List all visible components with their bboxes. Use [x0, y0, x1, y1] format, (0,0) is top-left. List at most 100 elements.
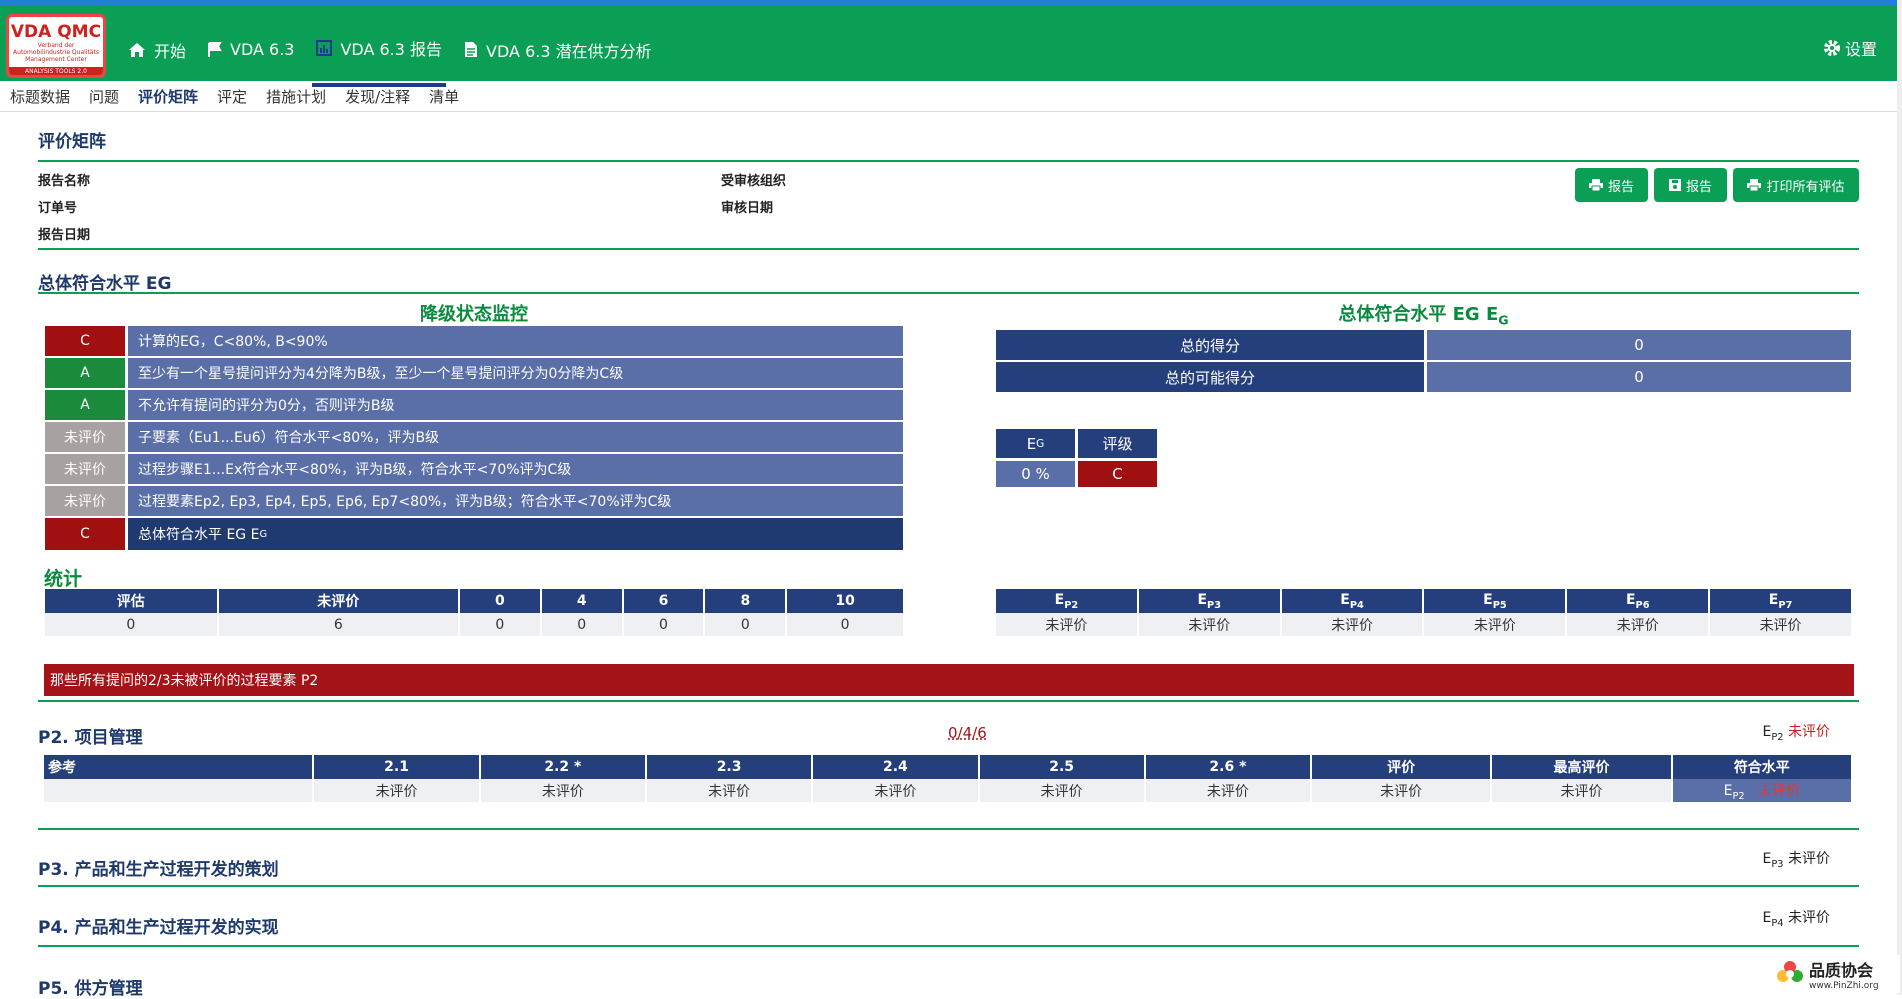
monitor-text: 子要素（Eu1...Eu6）符合水平<80%，评为B级 — [128, 422, 903, 452]
p2-header: 2.1 — [314, 755, 479, 779]
print-all-button[interactable]: 打印所有评估 — [1733, 168, 1859, 202]
stats-header: 6 — [623, 589, 704, 613]
p5-section-header[interactable]: P5. 供方管理 — [38, 974, 1859, 999]
p2-ep-status: EP2 未评价 — [1763, 721, 1830, 743]
monitor-text: 不允许有提问的评分为0分，否则评为B级 — [128, 390, 903, 420]
monitor-text-sub: G — [259, 528, 268, 540]
ep-header: EP5 — [1424, 589, 1566, 613]
ep-header: EP6 — [1567, 589, 1709, 613]
ep-header-sub: P5 — [1492, 599, 1507, 611]
watermark-title: 品质协会 — [1809, 961, 1874, 980]
print-report-button[interactable]: 报告 — [1575, 168, 1648, 202]
watermark: 品质协会 www.PinZhi.org — [1775, 955, 1900, 993]
save-report-button[interactable]: 报告 — [1654, 168, 1727, 202]
nav-potential-analysis[interactable]: VDA 6.3 潜在供方分析 — [460, 12, 656, 87]
p2-header: 最高评价 — [1492, 755, 1671, 779]
p2-cell[interactable]: 未评价 — [979, 779, 1144, 802]
nav-vda63-report[interactable]: VDA 6.3 报告 — [312, 12, 447, 87]
ep-header-main: E — [1483, 591, 1493, 608]
top-navbar: VDA QMC Verband der Automobilindustrie Q… — [0, 0, 1902, 87]
ep-header-sub: P2 — [1064, 599, 1079, 611]
settings-button[interactable]: 设置 — [1823, 36, 1877, 60]
monitor-row: A 至少有一个星号提问评分为4分降为B级，至少一个星号提问评分为0分降为C级 — [45, 358, 903, 388]
nav-vda63-report-label: VDA 6.3 报告 — [340, 39, 443, 59]
divider — [38, 248, 1859, 250]
tab-header-data[interactable]: 标题数据 — [10, 86, 70, 107]
p2-cell[interactable]: 未评价 — [813, 779, 978, 802]
eg-value: 0 % — [996, 461, 1075, 487]
tab-evaluation-matrix[interactable]: 评价矩阵 — [138, 86, 198, 107]
flower-icon — [1777, 961, 1803, 982]
divider — [38, 700, 1859, 702]
p2-header: 符合水平 — [1672, 755, 1851, 779]
ep-status: 未评价 — [1788, 851, 1830, 867]
p2-header: 评价 — [1312, 755, 1491, 779]
p4-ep-status: EP4 未评价 — [1763, 907, 1830, 929]
home-icon — [129, 42, 145, 57]
ep-sub: P2 — [1771, 731, 1784, 743]
overall-title: 总体符合水平 EG EG — [996, 300, 1851, 328]
ep-header-sub: P7 — [1778, 599, 1793, 611]
monitor-text-main: 总体符合水平 EG E — [138, 527, 260, 543]
gear-icon — [1823, 40, 1840, 56]
level-sub: P2 — [1732, 790, 1745, 802]
ep-cell: 未评价 — [1138, 613, 1280, 636]
ep-header-sub: P4 — [1349, 599, 1364, 611]
eg-header-main: E — [1026, 434, 1037, 453]
print-all-label: 打印所有评估 — [1766, 179, 1845, 195]
p2-counter[interactable]: 0/4/6 — [948, 724, 987, 742]
eg-section-title: 总体符合水平 EG — [38, 274, 172, 294]
print-icon — [1588, 179, 1603, 191]
p5-title: P5. 供方管理 — [38, 979, 143, 999]
overall-title-sub: G — [1498, 312, 1509, 328]
watermark-url: www.PinZhi.org — [1809, 981, 1879, 991]
main-nav: 开始 VDA 6.3 VDA 6.3 报告 VDA 6.3 潜在供方分析 — [124, 12, 670, 87]
p2-cell[interactable]: 未评价 — [646, 779, 812, 802]
scrollbar[interactable] — [1897, 0, 1902, 995]
p4-section-header[interactable]: P4. 产品和生产过程开发的实现 EP4 未评价 — [38, 910, 1859, 938]
tab-findings[interactable]: 发现/注释 — [345, 86, 410, 107]
monitor-text: 过程要素Ep2, Ep3, Ep4, Ep5, Ep6, Ep7<80%，评为B… — [128, 486, 903, 516]
ep-header: EP4 — [1281, 589, 1423, 613]
tab-questions[interactable]: 问题 — [89, 86, 119, 107]
ep-header-sub: P3 — [1207, 599, 1222, 611]
divider — [38, 945, 1859, 947]
nav-home[interactable]: 开始 — [124, 12, 190, 87]
report-name-label: 报告名称 — [38, 174, 91, 189]
settings-label: 设置 — [1844, 40, 1877, 59]
audited-org-label: 受审核组织 — [721, 174, 787, 189]
p3-section-header[interactable]: P3. 产品和生产过程开发的策划 EP3 未评价 — [38, 851, 1859, 880]
total-score-value: 0 — [1427, 330, 1851, 360]
ep-cell: 未评价 — [1281, 613, 1423, 636]
grade-badge: 未评价 — [45, 486, 125, 516]
p2-table: 参考 2.1 2.2 * 2.3 2.4 2.5 2.6 * 评价 最高评价 符… — [42, 755, 1853, 802]
grade-badge: A — [45, 358, 125, 388]
grade-badge: 未评价 — [45, 422, 125, 452]
stats-cell: 0 — [787, 613, 903, 636]
p2-cell[interactable]: 未评价 — [480, 779, 645, 802]
possible-score-row: 总的可能得分 0 — [996, 362, 1851, 392]
ep-cell: 未评价 — [1567, 613, 1709, 636]
p2-header: 2.4 — [813, 755, 978, 779]
stats-header: 4 — [541, 589, 622, 613]
vda-qmc-logo[interactable]: VDA QMC Verband der Automobilindustrie Q… — [6, 14, 106, 78]
tab-rating[interactable]: 评定 — [217, 86, 247, 107]
tab-checklist[interactable]: 清单 — [429, 86, 459, 107]
total-score-label: 总的得分 — [996, 330, 1424, 360]
stats-header: 10 — [787, 589, 903, 613]
sub-nav: 标题数据 问题 评价矩阵 评定 措施计划 发现/注释 清单 — [0, 81, 1902, 112]
p2-level-cell: EP2 未评价 — [1672, 779, 1851, 802]
monitor-row: 未评价 过程要素Ep2, Ep3, Ep4, Ep5, Ep6, Ep7<80%… — [45, 486, 903, 516]
stats-cell: 0 — [459, 613, 540, 636]
p2-cell[interactable]: 未评价 — [1145, 779, 1311, 802]
stats-header: 0 — [459, 589, 540, 613]
p2-cell[interactable]: 未评价 — [314, 779, 479, 802]
stats-cell: 0 — [623, 613, 704, 636]
stats-table: 评估 未评价 0 4 6 8 10 0 6 0 0 0 0 0 — [43, 589, 905, 636]
nav-vda63[interactable]: VDA 6.3 — [204, 12, 298, 87]
tab-action-plan[interactable]: 措施计划 — [266, 86, 326, 107]
possible-score-value: 0 — [1427, 362, 1851, 392]
logo-tagline: ANALYSIS TOOLS 2.0 — [9, 67, 103, 75]
monitor-text: 过程步骤E1...Ex符合水平<80%，评为B级，符合水平<70%评为C级 — [128, 454, 903, 484]
monitor-text: 至少有一个星号提问评分为4分降为B级，至少一个星号提问评分为0分降为C级 — [128, 358, 903, 388]
